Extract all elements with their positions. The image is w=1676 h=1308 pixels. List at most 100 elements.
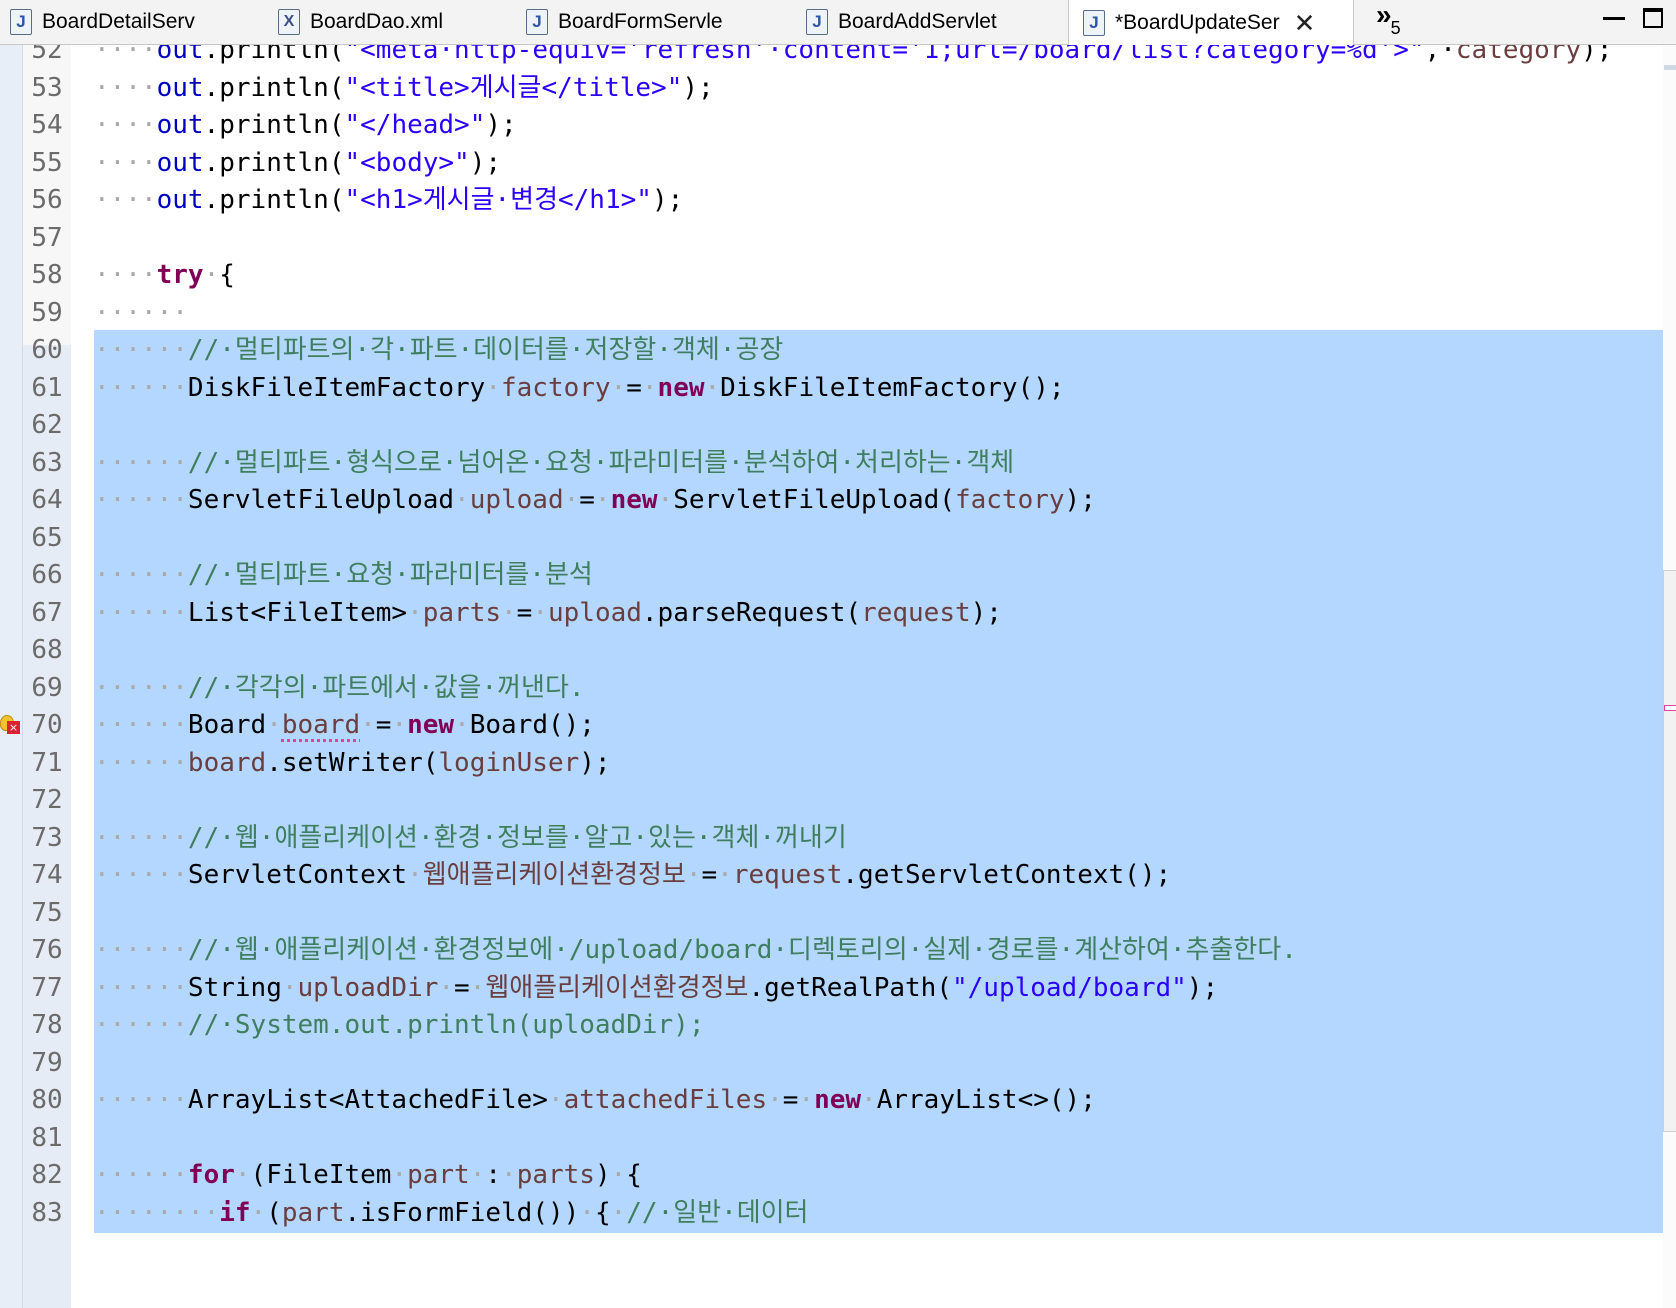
tab-overflow-button[interactable]: » 5 xyxy=(1376,0,1401,44)
tab-board-form-servlet[interactable]: J BoardFormServle xyxy=(526,0,776,44)
code-text[interactable]: ····out.println("<body>"); xyxy=(94,143,501,183)
code-line[interactable]: 62 xyxy=(0,405,1676,445)
code-line[interactable]: 80 ······ArrayList<AttachedFile>·attached… xyxy=(0,1080,1676,1120)
code-text[interactable]: ······DiskFileItemFactory·factory·=·new·… xyxy=(94,368,1065,408)
line-number: 71 xyxy=(31,747,63,778)
code-text[interactable]: ····out.println("<title>게시글</title>"); xyxy=(94,68,714,108)
code-text[interactable]: ······//·멀티파트·형식으로·넘어온·요청·파라미터를·분석하여·처리하… xyxy=(94,443,1014,483)
whitespace-marker: · xyxy=(391,1160,408,1190)
warning-marker[interactable] xyxy=(1664,705,1676,711)
whitespace-marker: · xyxy=(501,1160,517,1190)
code-line[interactable]: 75 xyxy=(0,892,1676,933)
code-line[interactable]: 71 ······board.setWriter(loginUser); xyxy=(0,742,1676,783)
whitespace-marker: · xyxy=(563,485,580,515)
code-line[interactable]: 58 ····try·{ xyxy=(0,255,1676,295)
code-text[interactable]: ······//·웹·애플리케이션·환경정보에·/upload/board·디렉… xyxy=(94,930,1297,970)
code-token: board xyxy=(187,747,267,778)
code-text[interactable]: ····out.println("<h1>게시글·변경</h1>"); xyxy=(94,180,683,220)
code-text[interactable]: ······//·멀티파트·요청·파라미터를·분석 xyxy=(94,555,593,595)
code-text[interactable]: ······//·웹·애플리케이션·환경·정보를·알고·있는·객체·꺼내기 xyxy=(94,818,847,858)
whitespace-marker: ···· xyxy=(94,45,157,65)
code-text[interactable]: ······Board·board·=·new·Board(); xyxy=(94,705,595,745)
code-text[interactable]: ······String·uploadDir·=·웹애플리케이션환경정보.get… xyxy=(94,968,1218,1008)
code-line[interactable]: 56 ····out.println("<h1>게시글·변경</h1>"); xyxy=(0,180,1676,220)
code-editor[interactable]: 52 ····out.println("<meta·http-equiv='ref… xyxy=(0,45,1676,1308)
code-text[interactable]: ······ServletContext·웹애플리케이션환경정보·=·reque… xyxy=(94,855,1171,895)
tab-board-dao-xml[interactable]: X BoardDao.xml xyxy=(278,0,508,44)
code-line[interactable]: 73 ······//·웹·애플리케이션·환경·정보를·알고·있는·객체·꺼내기 xyxy=(0,817,1676,858)
code-token: uploadDir xyxy=(297,972,439,1003)
code-text[interactable]: ······board.setWriter(loginUser); xyxy=(94,743,611,783)
scrollbar-thumb[interactable] xyxy=(1663,570,1676,1132)
code-text[interactable]: ······//·각각의·파트에서·값을·꺼낸다. xyxy=(94,668,585,708)
minimize-icon[interactable] xyxy=(1603,6,1625,20)
hidden-tab-count: 5 xyxy=(1390,17,1401,38)
code-text[interactable]: ······List<FileItem>·parts·=·upload.pars… xyxy=(94,593,1002,633)
tab-board-update-servlet[interactable]: J *BoardUpdateSer ✕ xyxy=(1068,0,1354,45)
code-line[interactable]: 67 ······List<FileItem>·parts·=·upload.pa… xyxy=(0,592,1676,633)
overview-marker[interactable] xyxy=(1664,65,1676,70)
code-token: .getServletContext(); xyxy=(842,860,1172,890)
error-quickfix-icon[interactable]: × xyxy=(0,715,20,735)
code-line[interactable]: 83 ········if·(part.isFormField())·{·//·일… xyxy=(0,1192,1676,1233)
selection-highlight xyxy=(94,892,1663,933)
code-line[interactable]: 65 xyxy=(0,517,1676,558)
code-line[interactable]: 57 xyxy=(0,218,1676,258)
code-token: //·웹·애플리케이션·환경·정보를·알고·있는·객체·꺼내기 xyxy=(187,822,847,853)
tab-board-detail-servlet[interactable]: J BoardDetailServ xyxy=(0,0,250,44)
code-line[interactable]: 61 ······DiskFileItemFactory·factory·=·ne… xyxy=(0,367,1676,408)
code-line[interactable]: 68 xyxy=(0,630,1676,670)
whitespace-marker: · xyxy=(610,372,627,403)
code-line[interactable]: 59 ······ xyxy=(0,293,1676,333)
code-line[interactable]: 74 ······ServletContext·웹애플리케이션환경정보·=·req… xyxy=(0,855,1676,895)
code-line[interactable]: 64 ······ServletFileUpload·upload·=·new·S… xyxy=(0,480,1676,520)
line-number: 70 xyxy=(31,710,63,740)
code-line[interactable]: 55 ····out.println("<body>"); xyxy=(0,143,1676,183)
code-token: ArrayList<>(); xyxy=(876,1085,1096,1115)
code-line[interactable]: × 70 ······Board·board·=·new·Board(); xyxy=(0,705,1676,745)
code-line[interactable]: 53 ····out.println("<title>게시글</title>"); xyxy=(0,68,1676,108)
line-number: 68 xyxy=(31,635,63,665)
code-line[interactable]: 54 ····out.println("</head>"); xyxy=(0,105,1676,145)
code-line[interactable]: 63 ······//·멀티파트·형식으로·넘어온·요청·파라미터를·분석하여·처… xyxy=(0,442,1676,483)
code-text[interactable]: ····out.println("<meta·http-equiv='refre… xyxy=(94,45,1612,70)
code-line[interactable]: 76 ······//·웹·애플리케이션·환경정보에·/upload/board·… xyxy=(0,930,1676,970)
line-number: 57 xyxy=(31,222,63,253)
tab-label: BoardDao.xml xyxy=(310,10,444,33)
line-number: 60 xyxy=(31,335,63,365)
code-text[interactable]: ····try·{ xyxy=(94,255,235,295)
code-token: loginUser xyxy=(438,747,580,778)
code-text[interactable]: ······ArrayList<AttachedFile>·attachedFi… xyxy=(94,1080,1096,1120)
code-token: ); xyxy=(1064,485,1096,515)
code-text[interactable]: ······//·System.out.println(uploadDir); xyxy=(94,1005,704,1045)
code-token: "<body>" xyxy=(344,147,470,178)
code-text[interactable]: ········if·(part.isFormField())·{·//·일반·… xyxy=(94,1193,808,1233)
tab-board-add-servlet[interactable]: J BoardAddServlet xyxy=(806,0,1056,44)
code-line[interactable]: 82 ······for·(FileItem·part·:·parts)·{ xyxy=(0,1155,1676,1195)
code-token: for xyxy=(187,1160,235,1190)
maximize-icon[interactable] xyxy=(1643,8,1663,28)
code-line[interactable]: 52 ····out.println("<meta·http-equiv='ref… xyxy=(0,45,1676,70)
code-text[interactable]: ······ServletFileUpload·upload·=·new·Ser… xyxy=(94,480,1096,520)
code-line[interactable]: 77 ······String·uploadDir·=·웹애플리케이션환경정보.g… xyxy=(0,967,1676,1008)
code-token: //·멀티파트의·각·파트·데이터를·저장할·객체·공장 xyxy=(187,335,784,365)
whitespace-marker: ······ xyxy=(94,560,188,590)
code-text[interactable]: ······ xyxy=(94,293,188,333)
code-line[interactable]: 72 xyxy=(0,780,1676,820)
code-line[interactable]: 79 xyxy=(0,1042,1676,1083)
code-token: upload xyxy=(469,485,564,515)
close-icon[interactable]: ✕ xyxy=(1294,10,1316,36)
whitespace-marker: ······ xyxy=(94,447,188,478)
code-line[interactable]: 66 ······//·멀티파트·요청·파라미터를·분석 xyxy=(0,555,1676,595)
code-text[interactable]: ····out.println("</head>"); xyxy=(94,105,517,145)
selection-highlight xyxy=(94,630,1663,670)
code-token: = xyxy=(626,372,642,403)
code-text[interactable]: ······//·멀티파트의·각·파트·데이터를·저장할·객체·공장 xyxy=(94,330,783,370)
code-line[interactable]: 78 ······//·System.out.println(uploadDir)… xyxy=(0,1005,1676,1045)
code-line[interactable]: 69 ······//·각각의·파트에서·값을·꺼낸다. xyxy=(0,667,1676,708)
whitespace-marker: ······ xyxy=(94,597,188,628)
code-line[interactable]: 60 ······//·멀티파트의·각·파트·데이터를·저장할·객체·공장 xyxy=(0,330,1676,370)
code-line[interactable]: 81 xyxy=(0,1117,1676,1158)
code-token: .println( xyxy=(203,185,345,215)
code-text[interactable]: ······for·(FileItem·part·:·parts)·{ xyxy=(94,1155,642,1195)
